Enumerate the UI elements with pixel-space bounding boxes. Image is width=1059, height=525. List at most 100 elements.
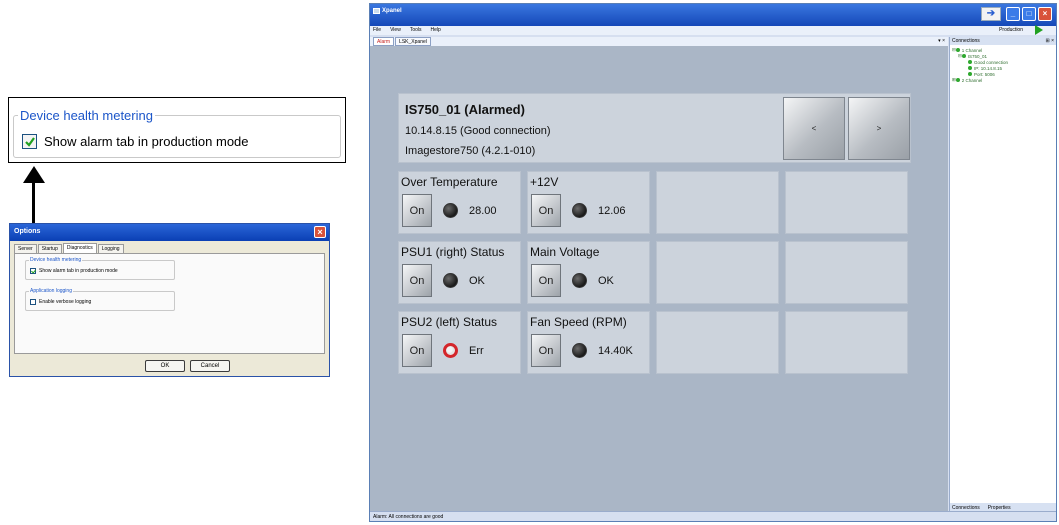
- tab-startup[interactable]: Startup: [37, 244, 62, 253]
- tab-properties[interactable]: Properties: [988, 505, 1011, 511]
- on-button[interactable]: On: [531, 194, 561, 227]
- forward-arrow-icon[interactable]: ➔: [981, 7, 1001, 21]
- tab-diagnostics[interactable]: Diagnostics: [62, 243, 97, 253]
- tile-title: PSU2 (left) Status: [401, 315, 498, 329]
- tile-fan-speed: Fan Speed (RPM) On 14.40K: [527, 311, 650, 374]
- options-dialog: Options × Server Startup Diagnostics Log…: [9, 223, 330, 377]
- tile-value: 12.06: [598, 205, 626, 217]
- device-model: Imagestore750 (4.2.1-010): [405, 145, 536, 157]
- tab-alarm[interactable]: Alarm: [373, 37, 395, 46]
- menu-tools[interactable]: Tools: [410, 26, 422, 35]
- device-health-group: Device health metering Show alarm tab in…: [13, 108, 341, 158]
- show-alarm-tab-row-small[interactable]: Show alarm tab in production mode: [30, 268, 118, 274]
- menu-view[interactable]: View: [390, 26, 401, 35]
- status-led-icon: [443, 203, 458, 218]
- verbose-logging-row[interactable]: Enable verbose logging: [30, 299, 91, 305]
- tile-value: OK: [598, 275, 614, 287]
- device-connection: 10.14.8.15 (Good connection): [405, 125, 551, 137]
- status-led-icon: [572, 203, 587, 218]
- show-alarm-tab-checkbox[interactable]: [22, 134, 37, 149]
- tree-label: 1 Channel: [961, 47, 983, 53]
- window-controls: _ □ ×: [1004, 7, 1052, 21]
- checkbox-label: Show alarm tab in production mode: [39, 268, 118, 274]
- tree-label: IP: 10.14.8.15: [974, 65, 1003, 71]
- tab-server[interactable]: Server: [14, 244, 37, 253]
- status-bar: Alarm: All connections are good: [370, 511, 1056, 521]
- tree-node[interactable]: ⊞ 2 Channel: [950, 77, 1056, 83]
- tree-label: IS750_01: [967, 53, 988, 59]
- pin-close-icon[interactable]: ⊞ ×: [1046, 37, 1055, 45]
- tile-over-temperature: Over Temperature On 28.00: [398, 171, 521, 234]
- on-button[interactable]: On: [531, 264, 561, 297]
- tile-value: OK: [469, 275, 485, 287]
- on-button[interactable]: On: [402, 334, 432, 367]
- ok-button[interactable]: OK: [145, 360, 185, 372]
- status-dot-icon: [955, 78, 960, 82]
- status-dot-icon: [961, 54, 966, 58]
- options-title: Options: [14, 228, 41, 235]
- options-titlebar: Options ×: [10, 224, 329, 241]
- empty-tile: [656, 241, 779, 304]
- connections-tree: ⊟ 1 Channel ⊟ IS750_01 Good connection I…: [950, 45, 1056, 83]
- tile-12v: +12V On 12.06: [527, 171, 650, 234]
- status-led-icon: [572, 343, 587, 358]
- tile-title: PSU1 (right) Status: [401, 245, 505, 259]
- close-icon[interactable]: ×: [1038, 7, 1052, 21]
- status-dot-icon: [968, 60, 972, 64]
- device-header: IS750_01 (Alarmed) 10.14.8.15 (Good conn…: [398, 93, 911, 163]
- zoom-callout: Device health metering Show alarm tab in…: [8, 97, 346, 163]
- production-label: Production: [999, 26, 1023, 33]
- device-health-group-small: Device health metering Show alarm tab in…: [25, 257, 175, 280]
- next-device-button[interactable]: >: [848, 97, 910, 160]
- status-led-icon: [443, 273, 458, 288]
- checkbox-label: Enable verbose logging: [39, 299, 92, 305]
- tab-lsk-xpanel[interactable]: LSK_Xpanel: [395, 37, 431, 46]
- application-logging-group: Application logging Enable verbose loggi…: [25, 288, 175, 311]
- tree-label: 2 Channel: [961, 77, 983, 83]
- cancel-button[interactable]: Cancel: [190, 360, 230, 372]
- close-icon[interactable]: ×: [314, 226, 326, 238]
- empty-tile: [785, 241, 908, 304]
- on-button[interactable]: On: [402, 194, 432, 227]
- tab-connections[interactable]: Connections: [952, 505, 980, 511]
- verbose-logging-checkbox[interactable]: [30, 299, 36, 305]
- tile-title: Over Temperature: [401, 175, 498, 189]
- menu-help[interactable]: Help: [431, 26, 441, 35]
- status-dot-icon: [968, 72, 972, 76]
- tree-label: Good connection: [974, 59, 1009, 65]
- maximize-icon[interactable]: □: [1022, 7, 1036, 21]
- tab-close-icon[interactable]: ▾ ×: [938, 37, 945, 46]
- connections-panel: Connections ⊞ × ⊟ 1 Channel ⊟ IS750_01 G…: [949, 37, 1056, 512]
- previous-device-button[interactable]: <: [783, 97, 845, 160]
- on-button[interactable]: On: [402, 264, 432, 297]
- device-health-legend: Device health metering: [20, 108, 153, 123]
- empty-tile: [656, 171, 779, 234]
- on-button[interactable]: On: [531, 334, 561, 367]
- tile-title: Main Voltage: [530, 245, 600, 259]
- empty-tile: [785, 171, 908, 234]
- alarm-workspace: IS750_01 (Alarmed) 10.14.8.15 (Good conn…: [370, 46, 948, 512]
- status-dot-icon: [955, 48, 960, 52]
- tile-psu1-status: PSU1 (right) Status On OK: [398, 241, 521, 304]
- alarm-led-icon: [443, 343, 458, 358]
- tile-main-voltage: Main Voltage On OK: [527, 241, 650, 304]
- minimize-icon[interactable]: _: [1006, 7, 1020, 21]
- tile-title: +12V: [530, 175, 559, 189]
- window-title: Xpanel: [382, 8, 402, 14]
- options-panel: Device health metering Show alarm tab in…: [14, 253, 325, 354]
- device-name: IS750_01 (Alarmed): [405, 102, 525, 117]
- tile-value: 14.40K: [598, 345, 633, 357]
- connections-title: Connections: [952, 38, 980, 44]
- connections-header: Connections ⊞ ×: [950, 37, 1056, 45]
- status-led-icon: [572, 273, 587, 288]
- tab-logging[interactable]: Logging: [97, 244, 124, 253]
- options-tabs: Server Startup Diagnostics Logging: [14, 243, 125, 253]
- show-alarm-tab-label: Show alarm tab in production mode: [44, 134, 249, 149]
- show-alarm-tab-checkbox-small[interactable]: [30, 268, 36, 274]
- show-alarm-tab-row[interactable]: Show alarm tab in production mode: [22, 134, 249, 149]
- production-toggle[interactable]: Production: [999, 25, 1052, 35]
- tree-label: Port: 5006: [974, 71, 995, 77]
- menu-file[interactable]: File: [373, 26, 381, 35]
- document-tabs: Alarm LSK_Xpanel ▾ ×: [370, 37, 948, 46]
- checkmark-icon: [24, 136, 35, 147]
